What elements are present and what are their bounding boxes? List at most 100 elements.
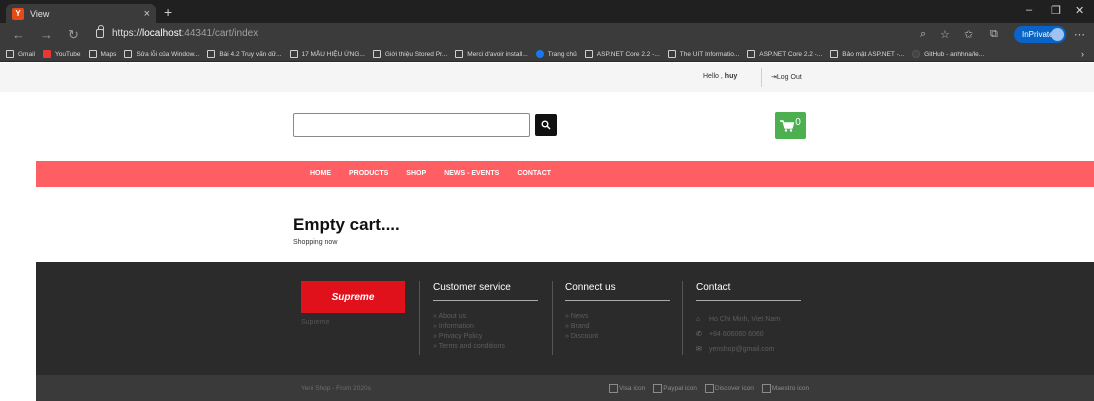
payment-icons: Visa icon Paypal icon Discover icon Maes… <box>609 384 817 393</box>
forward-arrow-icon[interactable]: → <box>40 27 53 42</box>
browser-tab[interactable]: Y View × <box>6 4 156 23</box>
bookmarks-more-icon[interactable]: › <box>1081 49 1084 59</box>
inprivate-label: InPrivate <box>1022 30 1054 39</box>
bookmark-item[interactable]: ASP.NET Core 2.2 -... <box>747 50 822 58</box>
footer-divider <box>419 281 420 355</box>
search-icon <box>541 120 551 130</box>
page-icon <box>830 50 839 58</box>
empty-cart-title: Empty cart.... <box>293 215 400 234</box>
search-input[interactable] <box>293 113 530 137</box>
footer-link-information[interactable]: Information <box>433 322 505 332</box>
main-nav: HOME PRODUCTS SHOP NEWS - EVENTS CONTACT <box>36 161 1094 187</box>
bookmark-item[interactable]: YouTube <box>42 50 81 58</box>
footer-link-news[interactable]: News <box>565 312 598 322</box>
footer-link-about-us[interactable]: About us <box>433 312 505 322</box>
refresh-icon[interactable]: ↻ <box>68 27 79 43</box>
bookmark-item[interactable]: Giới thiệu Stored Pr... <box>372 50 447 58</box>
contact-title: Contact <box>696 282 731 293</box>
title-underline <box>565 300 670 301</box>
contact-email: ✉ yenshop@gmail.com <box>696 342 780 357</box>
bookmark-item[interactable]: ASP.NET Core 2.2 -... <box>584 50 660 58</box>
page-icon <box>455 50 464 58</box>
page-icon <box>747 50 756 58</box>
connect-us-list: News Brand Discount <box>565 312 598 342</box>
paypal-icon: Paypal icon <box>653 384 697 393</box>
new-tab-icon[interactable]: + <box>164 4 172 20</box>
title-underline <box>433 300 538 301</box>
url-scheme: https:// <box>112 28 143 39</box>
shopping-cart-icon <box>780 119 795 132</box>
lock-icon <box>96 25 104 38</box>
bookmark-item[interactable]: Trang chủ <box>535 50 577 58</box>
footer-bottom-bar: Yeni Shop - From 2020s Visa icon Paypal … <box>36 375 1094 401</box>
logout-link[interactable]: ⇥Log Out <box>771 73 802 81</box>
url-host: localhost <box>142 28 182 39</box>
bookmark-item[interactable]: The UIT Informatio... <box>667 50 739 58</box>
contact-list: ⌂ Ho Chi Minh, Viet Nam ✆ +84 606060 6060 … <box>696 312 780 357</box>
tab-close-icon[interactable]: × <box>144 8 150 20</box>
shopping-now-link[interactable]: Shopping now <box>293 239 337 246</box>
nav-products[interactable]: PRODUCTS <box>349 170 388 177</box>
nav-shop[interactable]: SHOP <box>406 170 426 177</box>
customer-service-list: About us Information Privacy Policy Term… <box>433 312 505 352</box>
page-icon <box>372 50 381 58</box>
favorites-icon[interactable]: ✩ <box>964 28 973 41</box>
address-bar[interactable]: https://localhost:44341/cart/index <box>96 25 258 39</box>
home-icon: ⌂ <box>696 316 701 323</box>
footer-link-discount[interactable]: Discount <box>565 332 598 342</box>
bookmark-item[interactable]: Maps <box>88 50 116 58</box>
bookmark-item[interactable]: Bảo mật ASP.NET -... <box>830 50 904 58</box>
favorite-star-icon[interactable]: ☆ <box>940 28 950 41</box>
facebook-icon <box>535 50 544 58</box>
bookmark-item[interactable]: Merci d'avoir install... <box>455 50 528 58</box>
site-favicon-icon: Y <box>12 7 24 20</box>
contact-phone: ✆ +84 606060 6060 <box>696 327 780 342</box>
brand-logo[interactable]: Supreme <box>301 281 405 313</box>
footer: Supreme Supreme Customer service About u… <box>36 262 1094 375</box>
maximize-icon[interactable]: ❐ <box>1051 4 1061 17</box>
greeting: Hello , huy <box>703 73 738 80</box>
close-window-icon[interactable]: ✕ <box>1075 4 1084 17</box>
bookmarks-bar: Gmail YouTube Maps Sửa lỗi của Window...… <box>0 47 1094 62</box>
more-options-icon[interactable]: ⋯ <box>1074 28 1085 41</box>
browser-titlebar: Y View × + – ❐ ✕ <box>0 0 1094 23</box>
page-icon <box>88 50 97 58</box>
username: huy <box>724 73 738 80</box>
profile-avatar-icon <box>1051 28 1064 41</box>
minimize-icon[interactable]: – <box>1026 4 1032 16</box>
connect-us-title: Connect us <box>565 282 616 293</box>
back-arrow-icon[interactable]: ← <box>12 27 25 42</box>
cart-count: 0 <box>795 117 801 128</box>
maestro-icon: Maestro icon <box>762 384 809 393</box>
collections-icon[interactable]: ⧉ <box>990 28 998 41</box>
bookmark-item[interactable]: GitHub - anhhna/le... <box>912 50 984 58</box>
footer-link-privacy-policy[interactable]: Privacy Policy <box>433 332 505 342</box>
page-icon <box>667 50 676 58</box>
nav-home[interactable]: HOME <box>310 170 331 177</box>
page-icon <box>6 50 14 58</box>
bookmark-item[interactable]: 17 MẪU HIỆU ỨNG... <box>289 50 365 58</box>
search-button[interactable] <box>535 114 557 136</box>
tab-title: View <box>30 8 50 19</box>
phone-icon: ✆ <box>696 331 702 338</box>
zoom-icon[interactable]: ⌕ <box>920 28 926 41</box>
cart-button[interactable]: 0 <box>775 112 806 139</box>
footer-link-brand[interactable]: Brand <box>565 322 598 332</box>
divider <box>761 68 762 87</box>
discover-icon: Discover icon <box>705 384 754 393</box>
envelope-icon: ✉ <box>696 346 702 353</box>
nav-news-events[interactable]: NEWS - EVENTS <box>444 170 499 177</box>
bookmark-item[interactable]: Gmail <box>6 50 35 58</box>
github-icon <box>912 50 921 58</box>
visa-icon: Visa icon <box>609 384 645 393</box>
browser-toolbar: ← → ↻ https://localhost:44341/cart/index… <box>0 23 1094 47</box>
page-icon <box>124 50 133 58</box>
footer-link-terms[interactable]: Terms and conditions <box>433 342 505 352</box>
bookmark-item[interactable]: Sửa lỗi của Window... <box>124 50 199 58</box>
bookmark-item[interactable]: Bài 4.2 Truy vấn dữ... <box>207 50 282 58</box>
inprivate-badge[interactable]: InPrivate <box>1014 26 1066 43</box>
footer-divider <box>552 281 553 355</box>
user-bar: Hello , huy ⇥Log Out <box>0 63 1094 92</box>
page-icon <box>207 50 216 58</box>
nav-contact[interactable]: CONTACT <box>517 170 551 177</box>
